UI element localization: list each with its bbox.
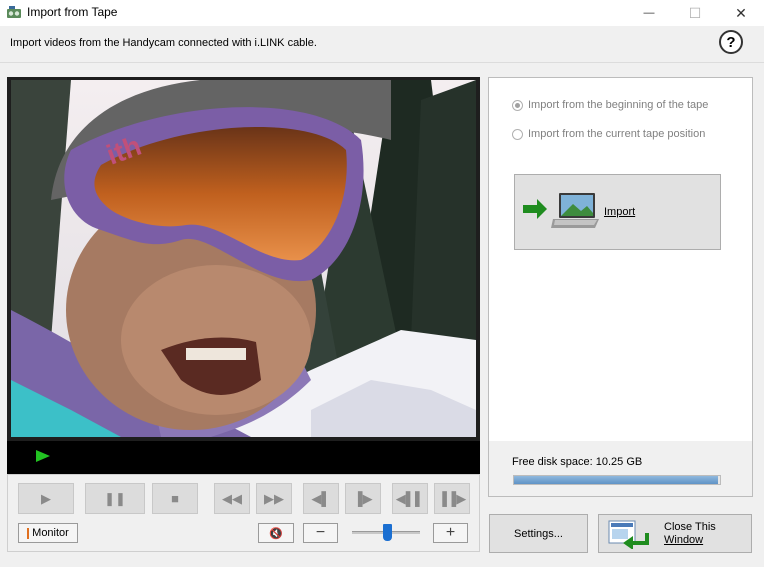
playback-status-strip [7,441,480,474]
stop-icon: ■ [171,491,179,506]
step-forward-icon: ▐▶ [353,490,373,506]
close-window-button[interactable]: ✕ [718,0,764,26]
stop-button[interactable]: ■ [152,483,198,514]
step-back-icon: ◀▌ [311,490,331,506]
speaker-muted-icon: 🔇 [269,527,283,540]
monitor-button[interactable]: Monitor [18,523,78,543]
radio-label-beginning: Import from the beginning of the tape [528,99,709,111]
volume-up-button[interactable]: + [433,523,468,543]
play-indicator-icon [36,450,50,462]
instructions-text: Import videos from the Handycam connecte… [10,37,317,49]
pause-button[interactable]: ❚❚ [85,483,145,514]
monitor-indicator-icon [27,527,30,539]
minimize-icon: — [643,7,655,19]
close-icon: ✕ [735,4,747,21]
radio-label-current: Import from the current tape position [528,128,706,140]
step-back-button[interactable]: ◀▌ [303,483,339,514]
radio-import-from-current[interactable]: Import from the current tape position [512,128,705,140]
skip-back-button[interactable]: ◀▌▌ [392,483,428,514]
radio-button[interactable] [512,128,523,140]
settings-label: Settings... [514,527,563,540]
settings-button[interactable]: Settings... [489,514,588,553]
disk-space-bar [513,475,721,485]
step-forward-button[interactable]: ▐▶ [345,483,381,514]
disk-space-fill [514,476,718,484]
help-button[interactable]: ? [719,30,743,54]
help-icon: ? [726,33,736,51]
plus-icon: + [445,524,456,541]
disk-space-area [489,441,752,496]
video-preview: ith [11,80,476,437]
skip-forward-icon: ▐▐▶ [437,490,467,506]
window-title: Import from Tape [27,5,118,19]
close-window-icon [608,520,649,549]
close-this-window-label: Close This Window [664,521,716,546]
skip-forward-button[interactable]: ▐▐▶ [434,483,470,514]
maximize-icon: ☐ [688,4,702,21]
import-options-panel [488,77,753,497]
minimize-button[interactable]: — [626,0,672,26]
radio-selected-dot [515,102,520,108]
minus-icon: − [315,524,326,541]
volume-down-button[interactable]: − [303,523,338,543]
play-button[interactable]: ▶ [18,483,74,514]
monitor-label: Monitor [32,527,69,539]
tape-import-app-icon [7,6,21,18]
rewind-icon: ◀◀ [222,490,242,506]
play-icon: ▶ [41,490,51,506]
free-disk-space-text: Free disk space: 10.25 GB [512,456,643,468]
mute-button[interactable]: 🔇 [258,523,294,543]
rewind-button[interactable]: ◀◀ [214,483,250,514]
pause-icon: ❚❚ [104,490,126,506]
radio-button[interactable] [512,99,523,111]
maximize-button[interactable]: ☐ [672,0,718,26]
skip-back-icon: ◀▌▌ [395,490,425,506]
import-laptop-icon [523,193,599,228]
fast-forward-icon: ▶▶ [264,490,284,506]
volume-slider-thumb[interactable] [383,524,392,541]
fast-forward-button[interactable]: ▶▶ [256,483,292,514]
radio-import-from-beginning[interactable]: Import from the beginning of the tape [512,99,708,111]
import-label: Import [604,206,636,218]
